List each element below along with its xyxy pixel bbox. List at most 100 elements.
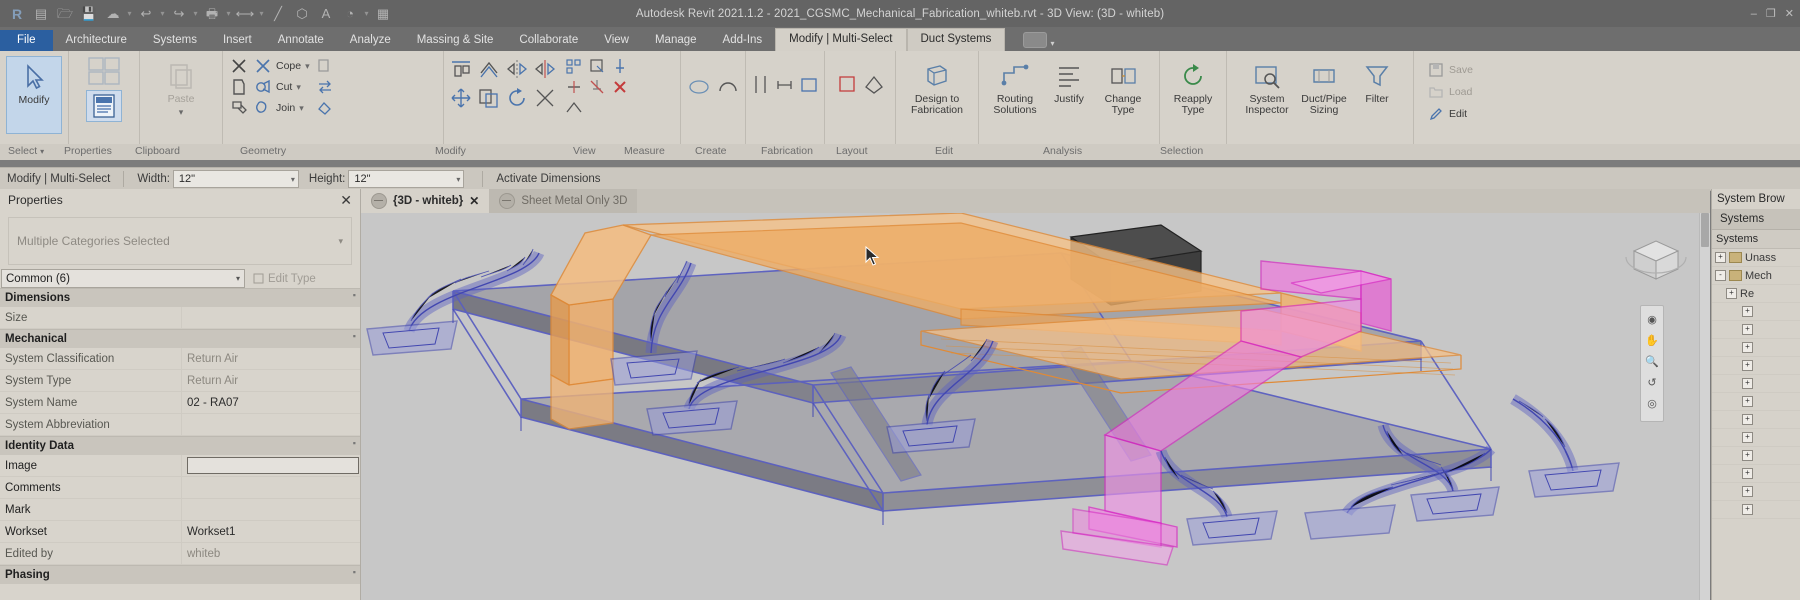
- dropdown-caret-icon[interactable]: ▾: [225, 9, 232, 18]
- height-combobox[interactable]: 12" ▾: [348, 170, 465, 188]
- scale-icon[interactable]: [587, 56, 607, 76]
- cut-button[interactable]: Cut ▾: [251, 77, 313, 97]
- orbit-icon[interactable]: ↺: [1644, 374, 1660, 390]
- chevron-down-icon[interactable]: ▾: [304, 61, 311, 72]
- system-browser-row[interactable]: +: [1712, 303, 1800, 321]
- expand-icon[interactable]: +: [1742, 486, 1753, 497]
- save-selection-button[interactable]: Save: [1424, 60, 1475, 80]
- system-browser-row[interactable]: +: [1712, 411, 1800, 429]
- join-button[interactable]: Join ▾: [251, 98, 313, 118]
- expand-icon[interactable]: +: [1726, 288, 1737, 299]
- property-value[interactable]: Return Air: [181, 348, 360, 369]
- system-browser-row[interactable]: +: [1712, 465, 1800, 483]
- load-selection-button[interactable]: Load: [1424, 82, 1474, 102]
- system-browser-row[interactable]: +: [1712, 375, 1800, 393]
- sync-with-central-icon[interactable]: ☁: [102, 3, 124, 24]
- activate-dimensions-button[interactable]: Activate Dimensions: [489, 173, 607, 185]
- chevron-down-icon[interactable]: ▾: [1050, 39, 1054, 48]
- justify-button[interactable]: Justify: [1044, 56, 1094, 105]
- cut-geometry-icon-button[interactable]: [227, 56, 251, 76]
- redo-icon[interactable]: ↪: [168, 3, 190, 24]
- properties-type-icon[interactable]: [87, 56, 121, 86]
- move-icon[interactable]: [448, 85, 474, 111]
- switch-join-order-button[interactable]: [313, 77, 337, 97]
- expand-icon[interactable]: +: [1742, 414, 1753, 425]
- expand-icon[interactable]: +: [1742, 432, 1753, 443]
- view-tab-sheet-metal-only-3d[interactable]: Sheet Metal Only 3D: [489, 189, 638, 213]
- property-value[interactable]: [181, 414, 360, 435]
- cope-button[interactable]: Cope ▾: [251, 56, 313, 76]
- mirror-draw-axis-icon[interactable]: [532, 56, 558, 82]
- print-icon[interactable]: 🖶: [201, 3, 223, 24]
- property-row[interactable]: System Classification Return Air: [0, 348, 360, 370]
- property-row[interactable]: Size: [0, 307, 360, 329]
- split-face-button[interactable]: [313, 56, 337, 76]
- width-combobox[interactable]: 12" ▾: [172, 170, 299, 188]
- property-value[interactable]: Workset1: [181, 521, 360, 542]
- ribbon-tab-add-ins[interactable]: Add-Ins: [710, 30, 776, 51]
- view-tab-bar[interactable]: {3D - whiteb} ✕ Sheet Metal Only 3D: [361, 189, 1710, 213]
- ribbon-tab-annotate[interactable]: Annotate: [265, 30, 337, 51]
- property-value[interactable]: whiteb: [181, 543, 360, 564]
- chevron-down-icon[interactable]: ▾: [338, 236, 343, 247]
- property-row[interactable]: Comments: [0, 477, 360, 499]
- reapply-type-button[interactable]: Reapply Type: [1166, 56, 1220, 116]
- routing-solutions-button[interactable]: Routing Solutions: [987, 56, 1043, 116]
- system-browser-row-return[interactable]: + Re: [1712, 285, 1800, 303]
- property-value[interactable]: [181, 477, 360, 498]
- expand-icon[interactable]: +: [1742, 324, 1753, 335]
- system-browser-row[interactable]: +: [1712, 321, 1800, 339]
- rotate-icon[interactable]: [504, 85, 530, 111]
- edit-selection-button[interactable]: Edit: [1424, 104, 1469, 124]
- chevron-down-icon[interactable]: ▾: [295, 82, 302, 93]
- thin-lines-icon[interactable]: ▦: [372, 3, 394, 24]
- offset-icon[interactable]: [476, 56, 502, 82]
- chevron-down-icon[interactable]: ▾: [298, 103, 305, 114]
- image-field[interactable]: [187, 457, 359, 474]
- measure-area-icon[interactable]: [798, 72, 820, 98]
- ribbon-tab-architecture[interactable]: Architecture: [53, 30, 140, 51]
- measure-between-two-refs-icon[interactable]: [750, 72, 772, 98]
- modify-button[interactable]: Modify: [6, 56, 62, 134]
- measure-icon[interactable]: ⟷: [234, 3, 256, 24]
- minimize-button[interactable]: –: [1751, 8, 1757, 20]
- system-browser-row[interactable]: +: [1712, 483, 1800, 501]
- window-controls[interactable]: – ❐ ✕: [1751, 0, 1794, 27]
- mirror-pick-axis-icon[interactable]: [504, 56, 530, 82]
- section-icon[interactable]: ◔: [339, 3, 361, 24]
- align-icon[interactable]: [448, 56, 474, 82]
- undo-icon[interactable]: ↩: [135, 3, 157, 24]
- paste-button[interactable]: Paste ▾: [154, 56, 208, 118]
- system-browser-row-mechanical[interactable]: - Mech: [1712, 267, 1800, 285]
- dropdown-caret-icon[interactable]: ▾: [363, 9, 370, 18]
- property-group-identity-data[interactable]: Identity Data ▪: [0, 436, 360, 455]
- maximize-button[interactable]: ❐: [1766, 7, 1776, 20]
- system-inspector-button[interactable]: System Inspector: [1239, 56, 1295, 116]
- design-to-fabrication-button[interactable]: Design to Fabrication: [903, 56, 971, 116]
- measure-between-icon[interactable]: [564, 98, 584, 118]
- trim-extend-icon[interactable]: [532, 85, 558, 111]
- system-browser-row-unassigned[interactable]: + Unass: [1712, 249, 1800, 267]
- aligned-dimension-icon[interactable]: ╱: [267, 3, 289, 24]
- property-row[interactable]: System Abbreviation: [0, 414, 360, 436]
- ribbon-tab-modify-multi-select[interactable]: Modify | Multi-Select: [775, 28, 907, 51]
- chevron-down-icon[interactable]: ▾: [178, 107, 185, 118]
- property-row[interactable]: Image: [0, 455, 360, 477]
- system-browser-row[interactable]: +: [1712, 447, 1800, 465]
- ribbon-display-mode-icon[interactable]: [1023, 32, 1048, 48]
- delete-icon[interactable]: [610, 77, 630, 97]
- instance-filter-combobox[interactable]: Common (6) ▾: [1, 269, 245, 288]
- ribbon-tab-collaborate[interactable]: Collaborate: [506, 30, 591, 51]
- dropdown-caret-icon[interactable]: ▾: [159, 9, 166, 18]
- open-file-icon[interactable]: 🗁: [54, 3, 76, 24]
- tag-icon[interactable]: ⬡: [291, 3, 313, 24]
- quick-access-toolbar[interactable]: R ▤ 🗁 💾 ☁ ▾ ↩ ▾ ↪ ▾ 🖶 ▾ ⟷ ▾ ╱ ⬡ A ◔ ▾ ▦: [0, 0, 394, 27]
- ribbon-tab-bar[interactable]: File Architecture Systems Insert Annotat…: [0, 27, 1800, 51]
- property-row[interactable]: Workset Workset1: [0, 521, 360, 543]
- close-button[interactable]: ✕: [1785, 7, 1794, 20]
- demolish-icon-button[interactable]: [227, 77, 251, 97]
- ribbon-tab-file[interactable]: File: [0, 30, 53, 51]
- hide-element-icon[interactable]: [686, 74, 712, 100]
- 3d-view-canvas[interactable]: ◉ ✋ 🔍 ↺ ◎: [361, 213, 1710, 600]
- unpin-icon[interactable]: [587, 77, 607, 97]
